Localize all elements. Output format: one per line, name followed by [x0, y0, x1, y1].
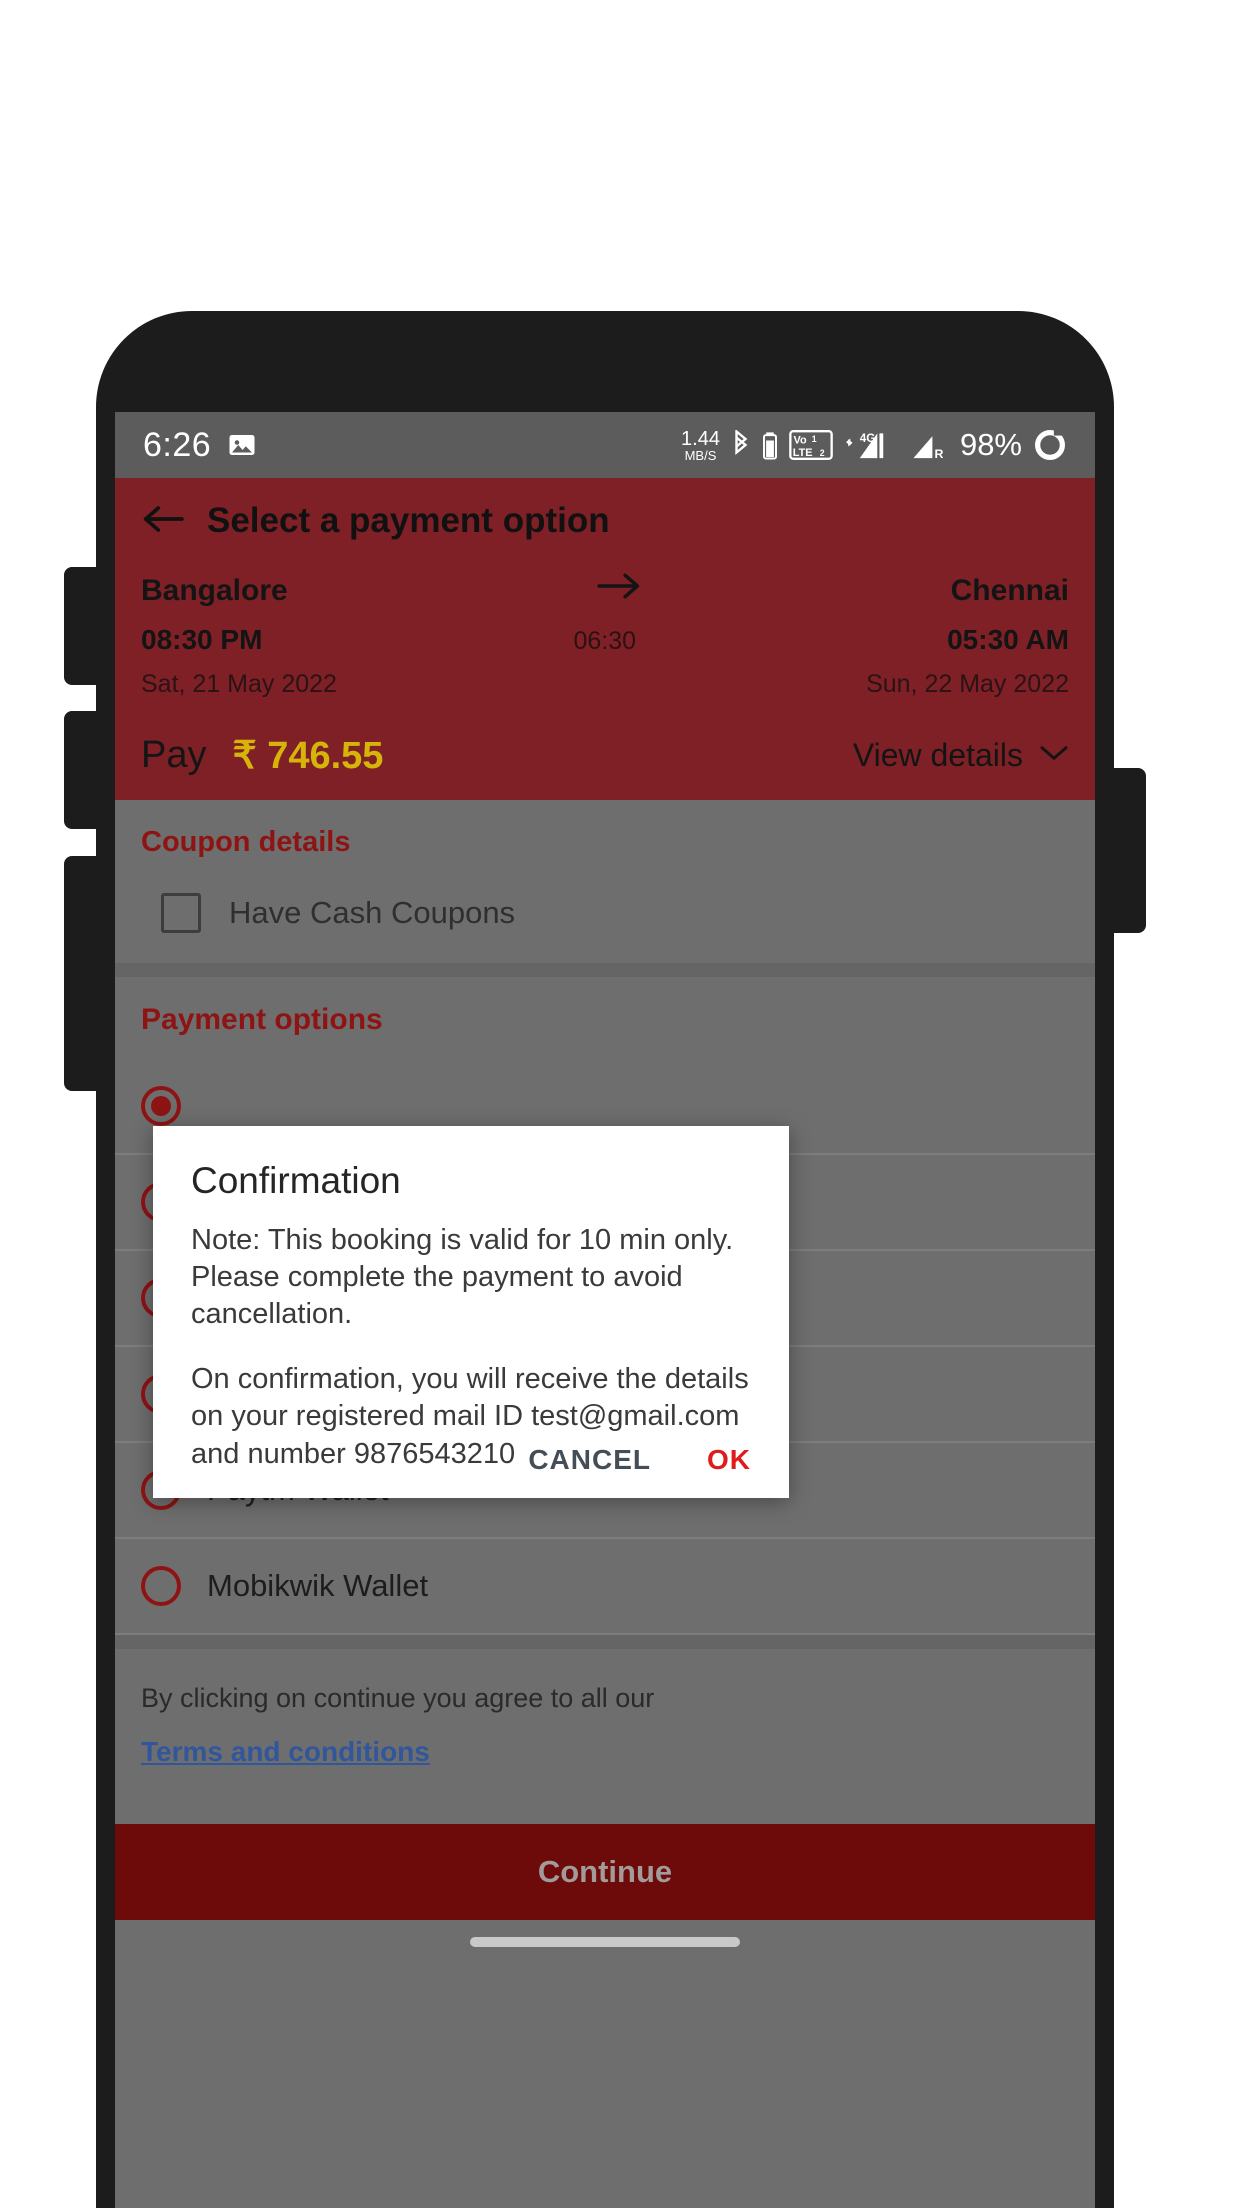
- svg-text:2: 2: [820, 448, 825, 458]
- payment-option-row-mobikwik[interactable]: Mobikwik Wallet: [115, 1539, 1095, 1635]
- route-date-row: Sat, 21 May 2022 Sun, 22 May 2022: [141, 670, 1069, 699]
- pay-amount: ₹ 746.55: [232, 735, 384, 777]
- route-time-row: 08:30 PM 06:30 05:30 AM: [141, 624, 1069, 656]
- section-divider: [115, 1635, 1095, 1649]
- have-cash-coupons-row[interactable]: Have Cash Coupons: [141, 893, 1069, 933]
- svg-text:Vo: Vo: [793, 435, 806, 447]
- arrow-left-icon[interactable]: [141, 502, 185, 541]
- battery-ring-icon: [1033, 428, 1067, 462]
- phone-screen: 6:26 1.44 MB/S Vo 1 LTE 2 4G R 98% Selec…: [115, 412, 1095, 2208]
- arrow-right-icon: [288, 572, 951, 605]
- continue-button[interactable]: Continue: [115, 1824, 1095, 1920]
- signal-bars-icon: 4G: [844, 429, 896, 461]
- arrive-time: 05:30 AM: [947, 624, 1069, 655]
- from-city: Bangalore: [141, 574, 288, 607]
- pay-row: Pay ₹ 746.55 View details: [141, 733, 1069, 778]
- data-speed-unit: MB/S: [684, 447, 717, 463]
- continue-bar: Continue: [115, 1798, 1095, 1920]
- dialog-paragraph-1: Note: This booking is valid for 10 min o…: [191, 1224, 734, 1331]
- terms-and-conditions-link[interactable]: Terms and conditions: [141, 1736, 430, 1768]
- system-nav-bar: [115, 1920, 1095, 1964]
- cancel-button[interactable]: CANCEL: [528, 1444, 651, 1476]
- svg-text:LTE: LTE: [793, 447, 813, 459]
- payment-options-title: Payment options: [141, 1003, 383, 1036]
- chevron-down-icon: [1039, 743, 1069, 768]
- have-cash-coupons-checkbox[interactable]: [161, 893, 201, 933]
- terms-text: By clicking on continue you agree to all…: [141, 1683, 655, 1713]
- arrive-date: Sun, 22 May 2022: [866, 670, 1069, 698]
- data-speed-value: 1.44: [681, 427, 720, 450]
- have-cash-coupons-label: Have Cash Coupons: [229, 895, 516, 930]
- view-details-button[interactable]: View details: [853, 737, 1069, 774]
- route-city-row: Bangalore Chennai: [141, 572, 1069, 608]
- status-bar-right: 1.44 MB/S Vo 1 LTE 2 4G R 98%: [681, 427, 1067, 463]
- dialog-actions: CANCEL OK: [528, 1444, 751, 1476]
- signal-bars-roaming-icon: R: [907, 429, 949, 461]
- volume-down-button[interactable]: [64, 711, 98, 829]
- continue-button-label: Continue: [537, 1854, 673, 1889]
- status-bar: 6:26 1.44 MB/S Vo 1 LTE 2 4G R 98%: [115, 412, 1095, 478]
- confirmation-dialog: Confirmation Note: This booking is valid…: [153, 1126, 789, 1498]
- svg-text:1: 1: [812, 434, 817, 444]
- depart-date: Sat, 21 May 2022: [141, 670, 337, 698]
- dialog-title: Confirmation: [191, 1160, 401, 1201]
- to-city: Chennai: [950, 574, 1069, 607]
- app-header: Select a payment option Bangalore Chenna…: [115, 478, 1095, 800]
- ok-button[interactable]: OK: [707, 1444, 751, 1476]
- image-icon: [227, 430, 257, 460]
- terms-section: By clicking on continue you agree to all…: [115, 1649, 1095, 1798]
- coupon-section: Coupon details Have Cash Coupons: [115, 800, 1095, 963]
- side-button[interactable]: [64, 856, 98, 1091]
- phone-frame: 6:26 1.44 MB/S Vo 1 LTE 2 4G R 98% Selec…: [64, 311, 1146, 2208]
- power-button[interactable]: [1112, 768, 1146, 933]
- depart-time: 08:30 PM: [141, 624, 263, 655]
- bluetooth-battery-icon: [762, 430, 778, 460]
- journey-duration: 06:30: [573, 627, 637, 655]
- view-details-label: View details: [852, 737, 1023, 773]
- payment-option-radio[interactable]: [141, 1086, 181, 1126]
- title-row: Select a payment option: [141, 478, 1069, 564]
- battery-percent: 98%: [959, 427, 1022, 462]
- pay-label: Pay: [141, 734, 207, 776]
- page-title: Select a payment option: [207, 501, 610, 540]
- home-indicator[interactable]: [470, 1937, 740, 1947]
- data-speed-indicator: 1.44 MB/S: [681, 429, 720, 462]
- status-bar-left: 6:26: [143, 426, 257, 465]
- coupon-section-title: Coupon details: [141, 826, 351, 858]
- volume-up-button[interactable]: [64, 567, 98, 685]
- dialog-body: Note: This booking is valid for 10 min o…: [191, 1222, 751, 1473]
- status-time: 6:26: [143, 425, 212, 464]
- volte-icon: Vo 1 LTE 2: [789, 429, 833, 461]
- section-divider: [115, 963, 1095, 977]
- bluetooth-icon: [731, 430, 751, 460]
- payment-option-label: Mobikwik Wallet: [207, 1568, 429, 1603]
- svg-text:R: R: [934, 447, 943, 461]
- payment-option-radio[interactable]: [141, 1566, 181, 1606]
